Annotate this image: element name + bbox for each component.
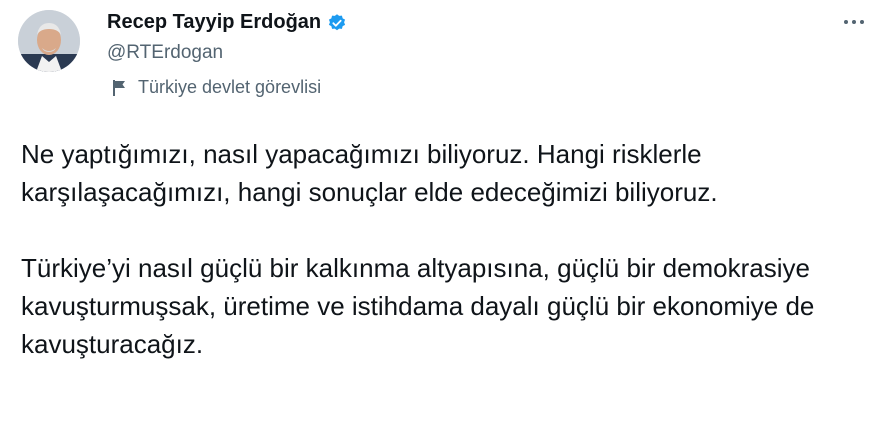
verified-badge-icon bbox=[327, 13, 347, 33]
account-label[interactable]: Türkiye devlet görevlisi bbox=[112, 77, 321, 98]
account-label-text: Türkiye devlet görevlisi bbox=[138, 77, 322, 97]
flag-icon bbox=[112, 79, 128, 97]
author-display-name[interactable]: Recep Tayyip Erdoğan bbox=[107, 11, 321, 34]
profile-photo bbox=[18, 10, 80, 72]
more-options-icon[interactable] bbox=[836, 10, 872, 34]
tweet-paragraph: Ne yaptığımızı, nasıl yapacağımızı biliy… bbox=[21, 139, 718, 207]
tweet-paragraph: Türkiye’yi nasıl güçlü bir kalkınma alty… bbox=[21, 253, 815, 359]
avatar[interactable] bbox=[18, 10, 80, 72]
author-handle[interactable]: @RTErdogan bbox=[107, 42, 223, 64]
author-name-row[interactable]: Recep Tayyip Erdoğan bbox=[107, 11, 347, 34]
tweet-text: Ne yaptığımızı, nasıl yapacağımızı biliy… bbox=[21, 135, 881, 363]
